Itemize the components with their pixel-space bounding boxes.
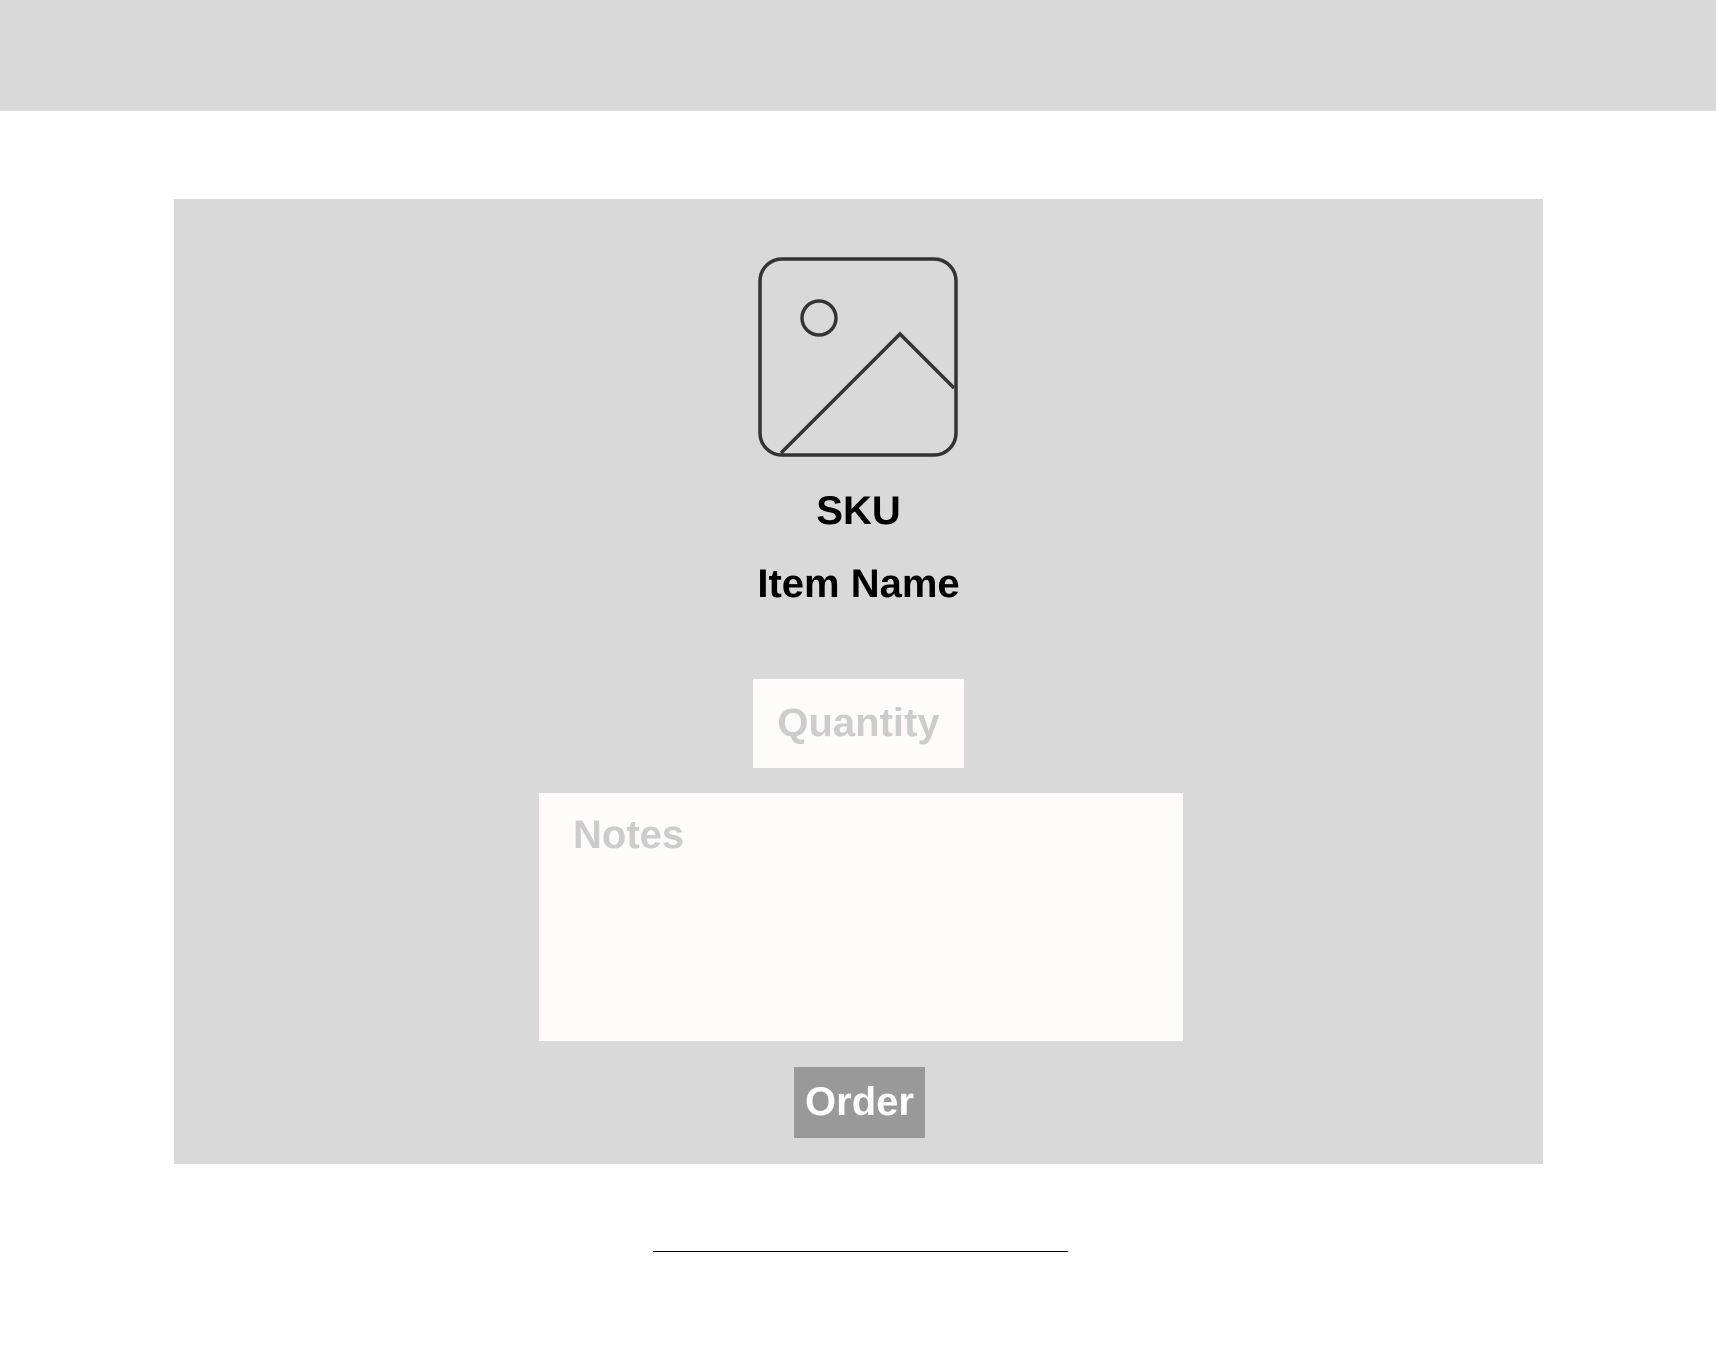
- notes-input[interactable]: [539, 793, 1183, 1041]
- product-image-placeholder: [758, 257, 958, 457]
- image-placeholder-icon: [758, 257, 958, 457]
- product-card: SKU Item Name Order: [174, 199, 1543, 1164]
- item-name: Item Name: [757, 562, 960, 606]
- order-button[interactable]: Order: [794, 1067, 925, 1138]
- sku-label: SKU: [816, 489, 901, 533]
- bottom-divider: [653, 1251, 1068, 1252]
- top-bar: [0, 0, 1716, 111]
- quantity-input[interactable]: [753, 679, 964, 768]
